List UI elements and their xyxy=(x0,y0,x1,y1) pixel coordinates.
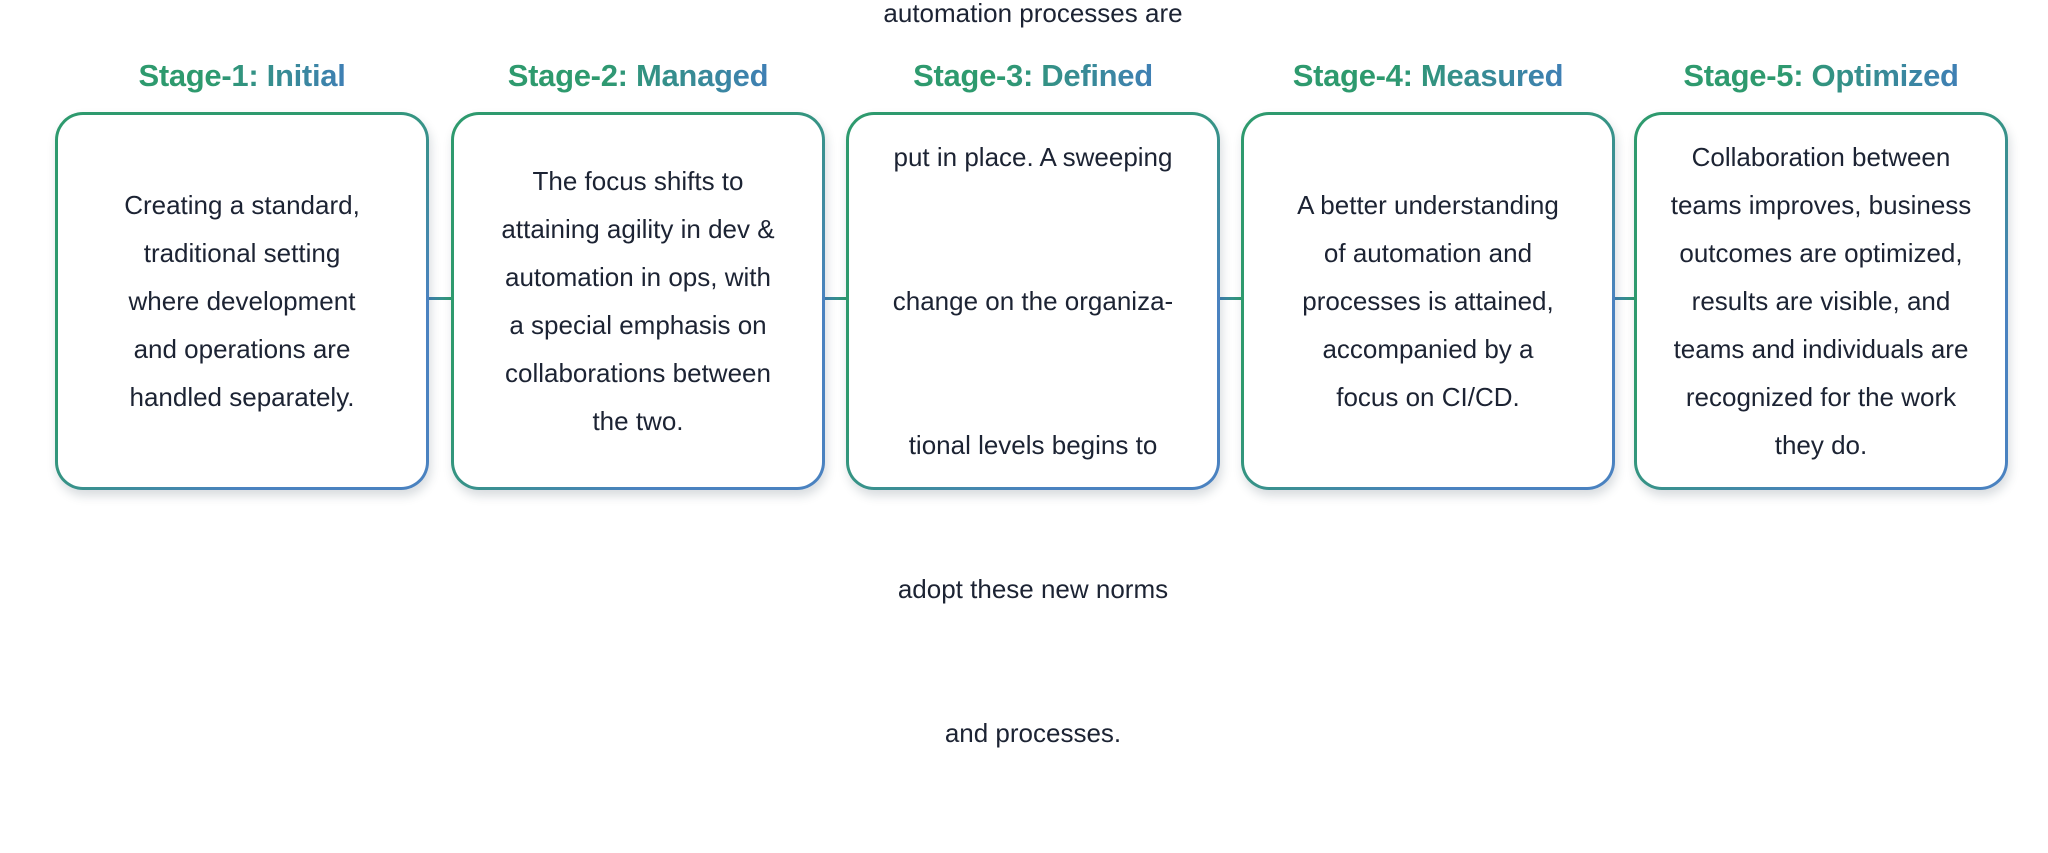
connector-3-4 xyxy=(1219,297,1241,300)
description-line: recognized for the work xyxy=(1685,382,1957,412)
connector-4-5 xyxy=(1614,297,1635,300)
description-line: Creating a standard, xyxy=(124,190,360,220)
description-line: attaining agility in dev & xyxy=(501,214,775,244)
connector-2-3 xyxy=(824,297,846,300)
stage-description: Well-defined business & automation proce… xyxy=(883,0,1182,853)
stage-card-body: Creating a standard, traditional setting… xyxy=(58,115,426,487)
stage-description: The focus shifts to attaining agility in… xyxy=(501,157,774,445)
description-line: outcomes are optimized, xyxy=(1679,238,1963,268)
description-line: and processes. xyxy=(944,718,1122,748)
stage-card-body: Well-defined business & automation proce… xyxy=(849,0,1217,748)
stage-card-body: Collaboration between teams improves, bu… xyxy=(1637,115,2005,487)
devops-maturity-diagram: Stage-1: Initial Creating a standard, tr… xyxy=(0,0,2048,748)
stage-title: Stage-2: Managed xyxy=(507,58,769,93)
stage-title: Stage-4: Measured xyxy=(1292,58,1564,93)
stage-card: Well-defined business & automation proce… xyxy=(846,0,1220,748)
description-line: handled separately. xyxy=(129,382,355,412)
stage-description: Creating a standard, traditional setting… xyxy=(124,181,360,421)
description-line: change on the organiza- xyxy=(892,286,1174,316)
description-line: and operations are xyxy=(133,334,351,364)
stage-card: The focus shifts to attaining agility in… xyxy=(451,112,825,490)
stage-card-body: The focus shifts to attaining agility in… xyxy=(454,115,822,487)
stage-5: Stage-5: Optimized Collaboration between… xyxy=(1634,0,2008,516)
description-line: results are visible, and xyxy=(1691,286,1951,316)
description-line: A better understanding xyxy=(1297,190,1559,220)
stage-4: Stage-4: Measured A better understanding… xyxy=(1241,0,1615,516)
stage-title: Stage-1: Initial xyxy=(138,58,346,93)
stage-description: Collaboration between teams improves, bu… xyxy=(1671,133,1972,469)
description-line: focus on CI/CD. xyxy=(1336,382,1520,412)
description-line: put in place. A sweeping xyxy=(893,142,1173,172)
stage-3: Stage-3: Defined Well-defined business &… xyxy=(846,0,1220,748)
description-line: of automation and xyxy=(1323,238,1533,268)
stage-card: Collaboration between teams improves, bu… xyxy=(1634,112,2008,490)
description-line: teams and individuals are xyxy=(1673,334,1969,364)
description-line: where development xyxy=(128,286,356,316)
stage-1: Stage-1: Initial Creating a standard, tr… xyxy=(55,0,429,516)
description-line: the two. xyxy=(592,406,684,436)
stage-2: Stage-2: Managed The focus shifts to att… xyxy=(451,0,825,516)
description-line: automation in ops, with xyxy=(505,262,771,292)
description-line: teams improves, business xyxy=(1670,190,1972,220)
description-line: The focus shifts to xyxy=(532,166,744,196)
description-line: Collaboration between xyxy=(1691,142,1951,172)
description-line: tional levels begins to xyxy=(908,430,1158,460)
description-line: they do. xyxy=(1774,430,1868,460)
stage-card: Creating a standard, traditional setting… xyxy=(55,112,429,490)
stage-title: Stage-5: Optimized xyxy=(1683,58,1959,93)
connector-1-2 xyxy=(428,297,451,300)
stage-card: A better understanding of automation and… xyxy=(1241,112,1615,490)
description-line: traditional setting xyxy=(143,238,341,268)
description-line: collaborations between xyxy=(505,358,771,388)
description-line: a special emphasis on xyxy=(509,310,767,340)
description-line: accompanied by a xyxy=(1322,334,1534,364)
description-line: adopt these new norms xyxy=(897,574,1169,604)
description-line: automation processes are xyxy=(883,0,1183,28)
stage-description: A better understanding of automation and… xyxy=(1297,181,1559,421)
description-line: processes is attained, xyxy=(1302,286,1554,316)
stage-card-body: A better understanding of automation and… xyxy=(1244,115,1612,487)
